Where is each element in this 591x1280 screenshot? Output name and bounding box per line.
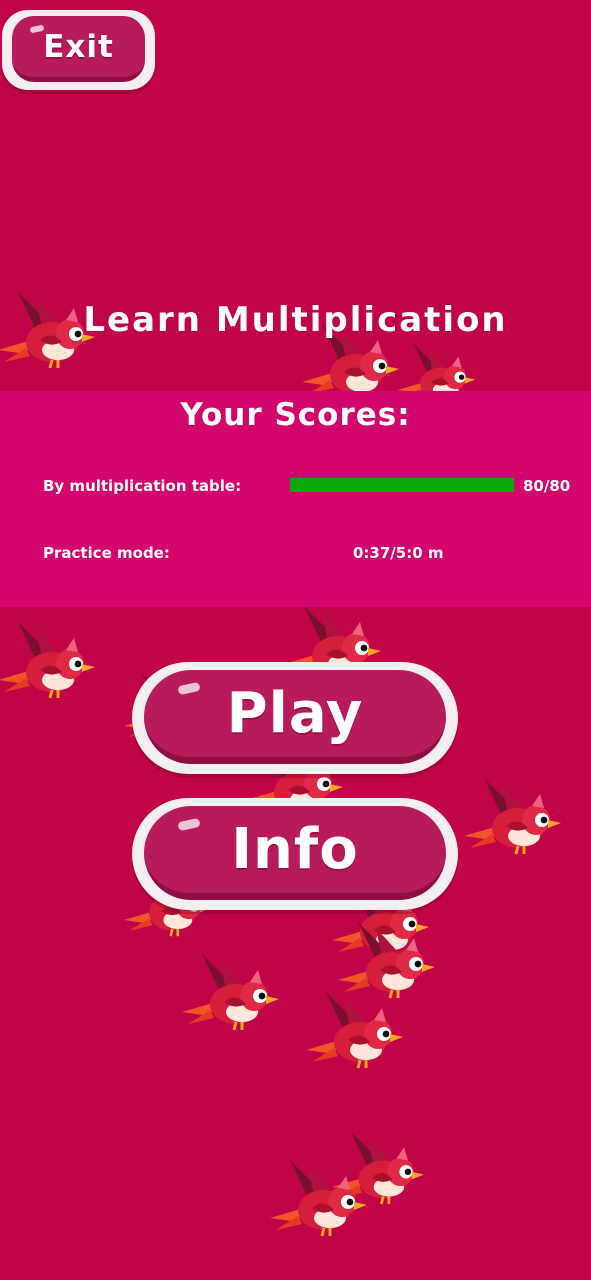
scores-heading: Your Scores: [180, 397, 411, 433]
play-button[interactable]: Play [132, 662, 458, 774]
bird-icon [462, 776, 562, 860]
bird-icon [0, 620, 96, 704]
button-shine [177, 681, 201, 696]
table-progress-bar [290, 478, 514, 492]
play-button-face: Play [144, 670, 446, 764]
table-progress-fill [290, 478, 514, 492]
bird-icon [180, 952, 280, 1036]
play-button-label: Play [226, 681, 364, 746]
table-score-label: By multiplication table: [43, 477, 242, 495]
practice-mode-label: Practice mode: [43, 544, 170, 562]
bird-icon [304, 990, 404, 1074]
exit-button-label: Exit [43, 28, 114, 65]
button-shine [177, 817, 201, 832]
info-button-label: Info [231, 817, 359, 882]
practice-mode-time: 0:37/5:0 m [353, 544, 444, 562]
score-panel: Your Scores: By multiplication table: 80… [0, 391, 591, 607]
info-button-face: Info [144, 806, 446, 900]
exit-button[interactable]: Exit [2, 10, 155, 90]
info-button[interactable]: Info [132, 798, 458, 910]
bird-icon [268, 1158, 368, 1242]
game-title: Learn Multiplication [83, 300, 508, 340]
exit-button-face: Exit [12, 16, 145, 82]
table-score-count: 80/80 [523, 477, 571, 495]
